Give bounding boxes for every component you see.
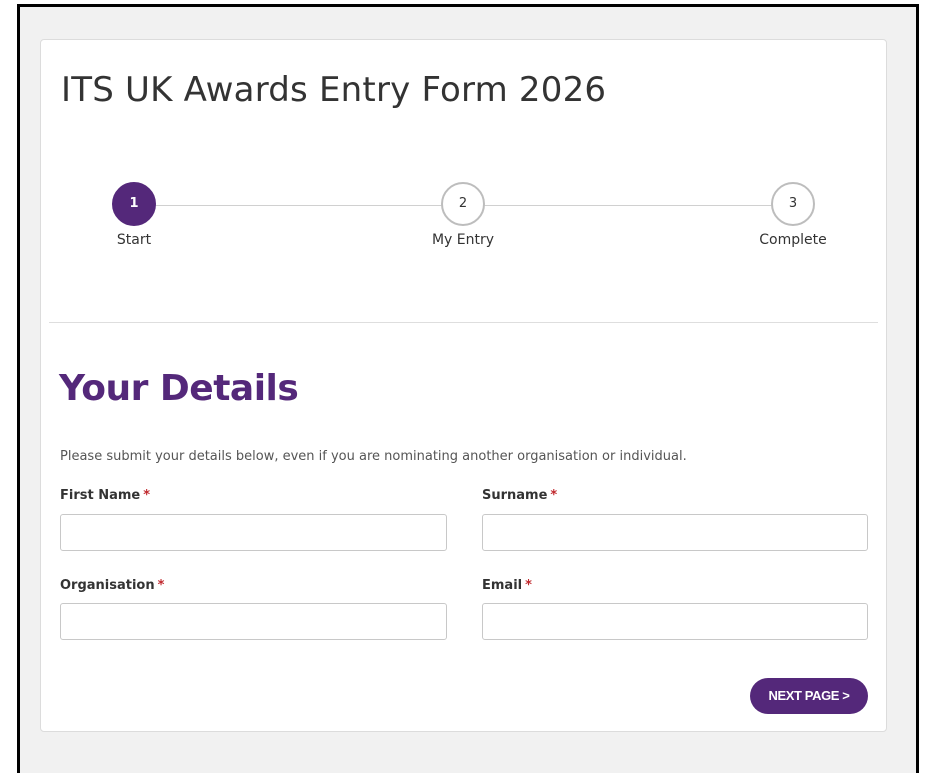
form-card: ITS UK Awards Entry Form 2026 1 Start 2 … bbox=[40, 39, 887, 732]
surname-input[interactable] bbox=[482, 514, 868, 551]
required-marker: * bbox=[157, 578, 165, 593]
email-label-text: Email bbox=[482, 578, 523, 593]
organisation-label-text: Organisation bbox=[60, 578, 155, 593]
first-name-label-text: First Name bbox=[60, 488, 141, 503]
email-label: Email * bbox=[482, 578, 532, 593]
step-label: Complete bbox=[759, 232, 827, 248]
organisation-input[interactable] bbox=[60, 603, 447, 640]
surname-label-text: Surname bbox=[482, 488, 548, 503]
step-label: My Entry bbox=[431, 232, 495, 248]
progress-step-my-entry: 2 My Entry bbox=[393, 182, 533, 248]
section-divider bbox=[49, 322, 878, 323]
section-intro: Please submit your details below, even i… bbox=[60, 449, 687, 464]
progress-step-complete: 3 Complete bbox=[723, 182, 863, 248]
section-title: Your Details bbox=[59, 368, 299, 409]
progress-step-start: 1 Start bbox=[64, 182, 204, 248]
window-frame: ITS UK Awards Entry Form 2026 1 Start 2 … bbox=[17, 4, 919, 773]
required-marker: * bbox=[143, 488, 151, 503]
step-number-badge: 2 bbox=[441, 182, 485, 226]
surname-label: Surname * bbox=[482, 488, 557, 503]
first-name-input[interactable] bbox=[60, 514, 447, 551]
form-title: ITS UK Awards Entry Form 2026 bbox=[61, 70, 607, 110]
organisation-label: Organisation * bbox=[60, 578, 164, 593]
next-page-button[interactable]: NEXT PAGE > bbox=[750, 678, 868, 714]
step-number-badge: 1 bbox=[112, 182, 156, 226]
email-input[interactable] bbox=[482, 603, 868, 640]
step-number-badge: 3 bbox=[771, 182, 815, 226]
first-name-label: First Name * bbox=[60, 488, 150, 503]
required-marker: * bbox=[525, 578, 532, 593]
required-marker: * bbox=[550, 488, 558, 503]
step-label: Start bbox=[116, 232, 152, 248]
